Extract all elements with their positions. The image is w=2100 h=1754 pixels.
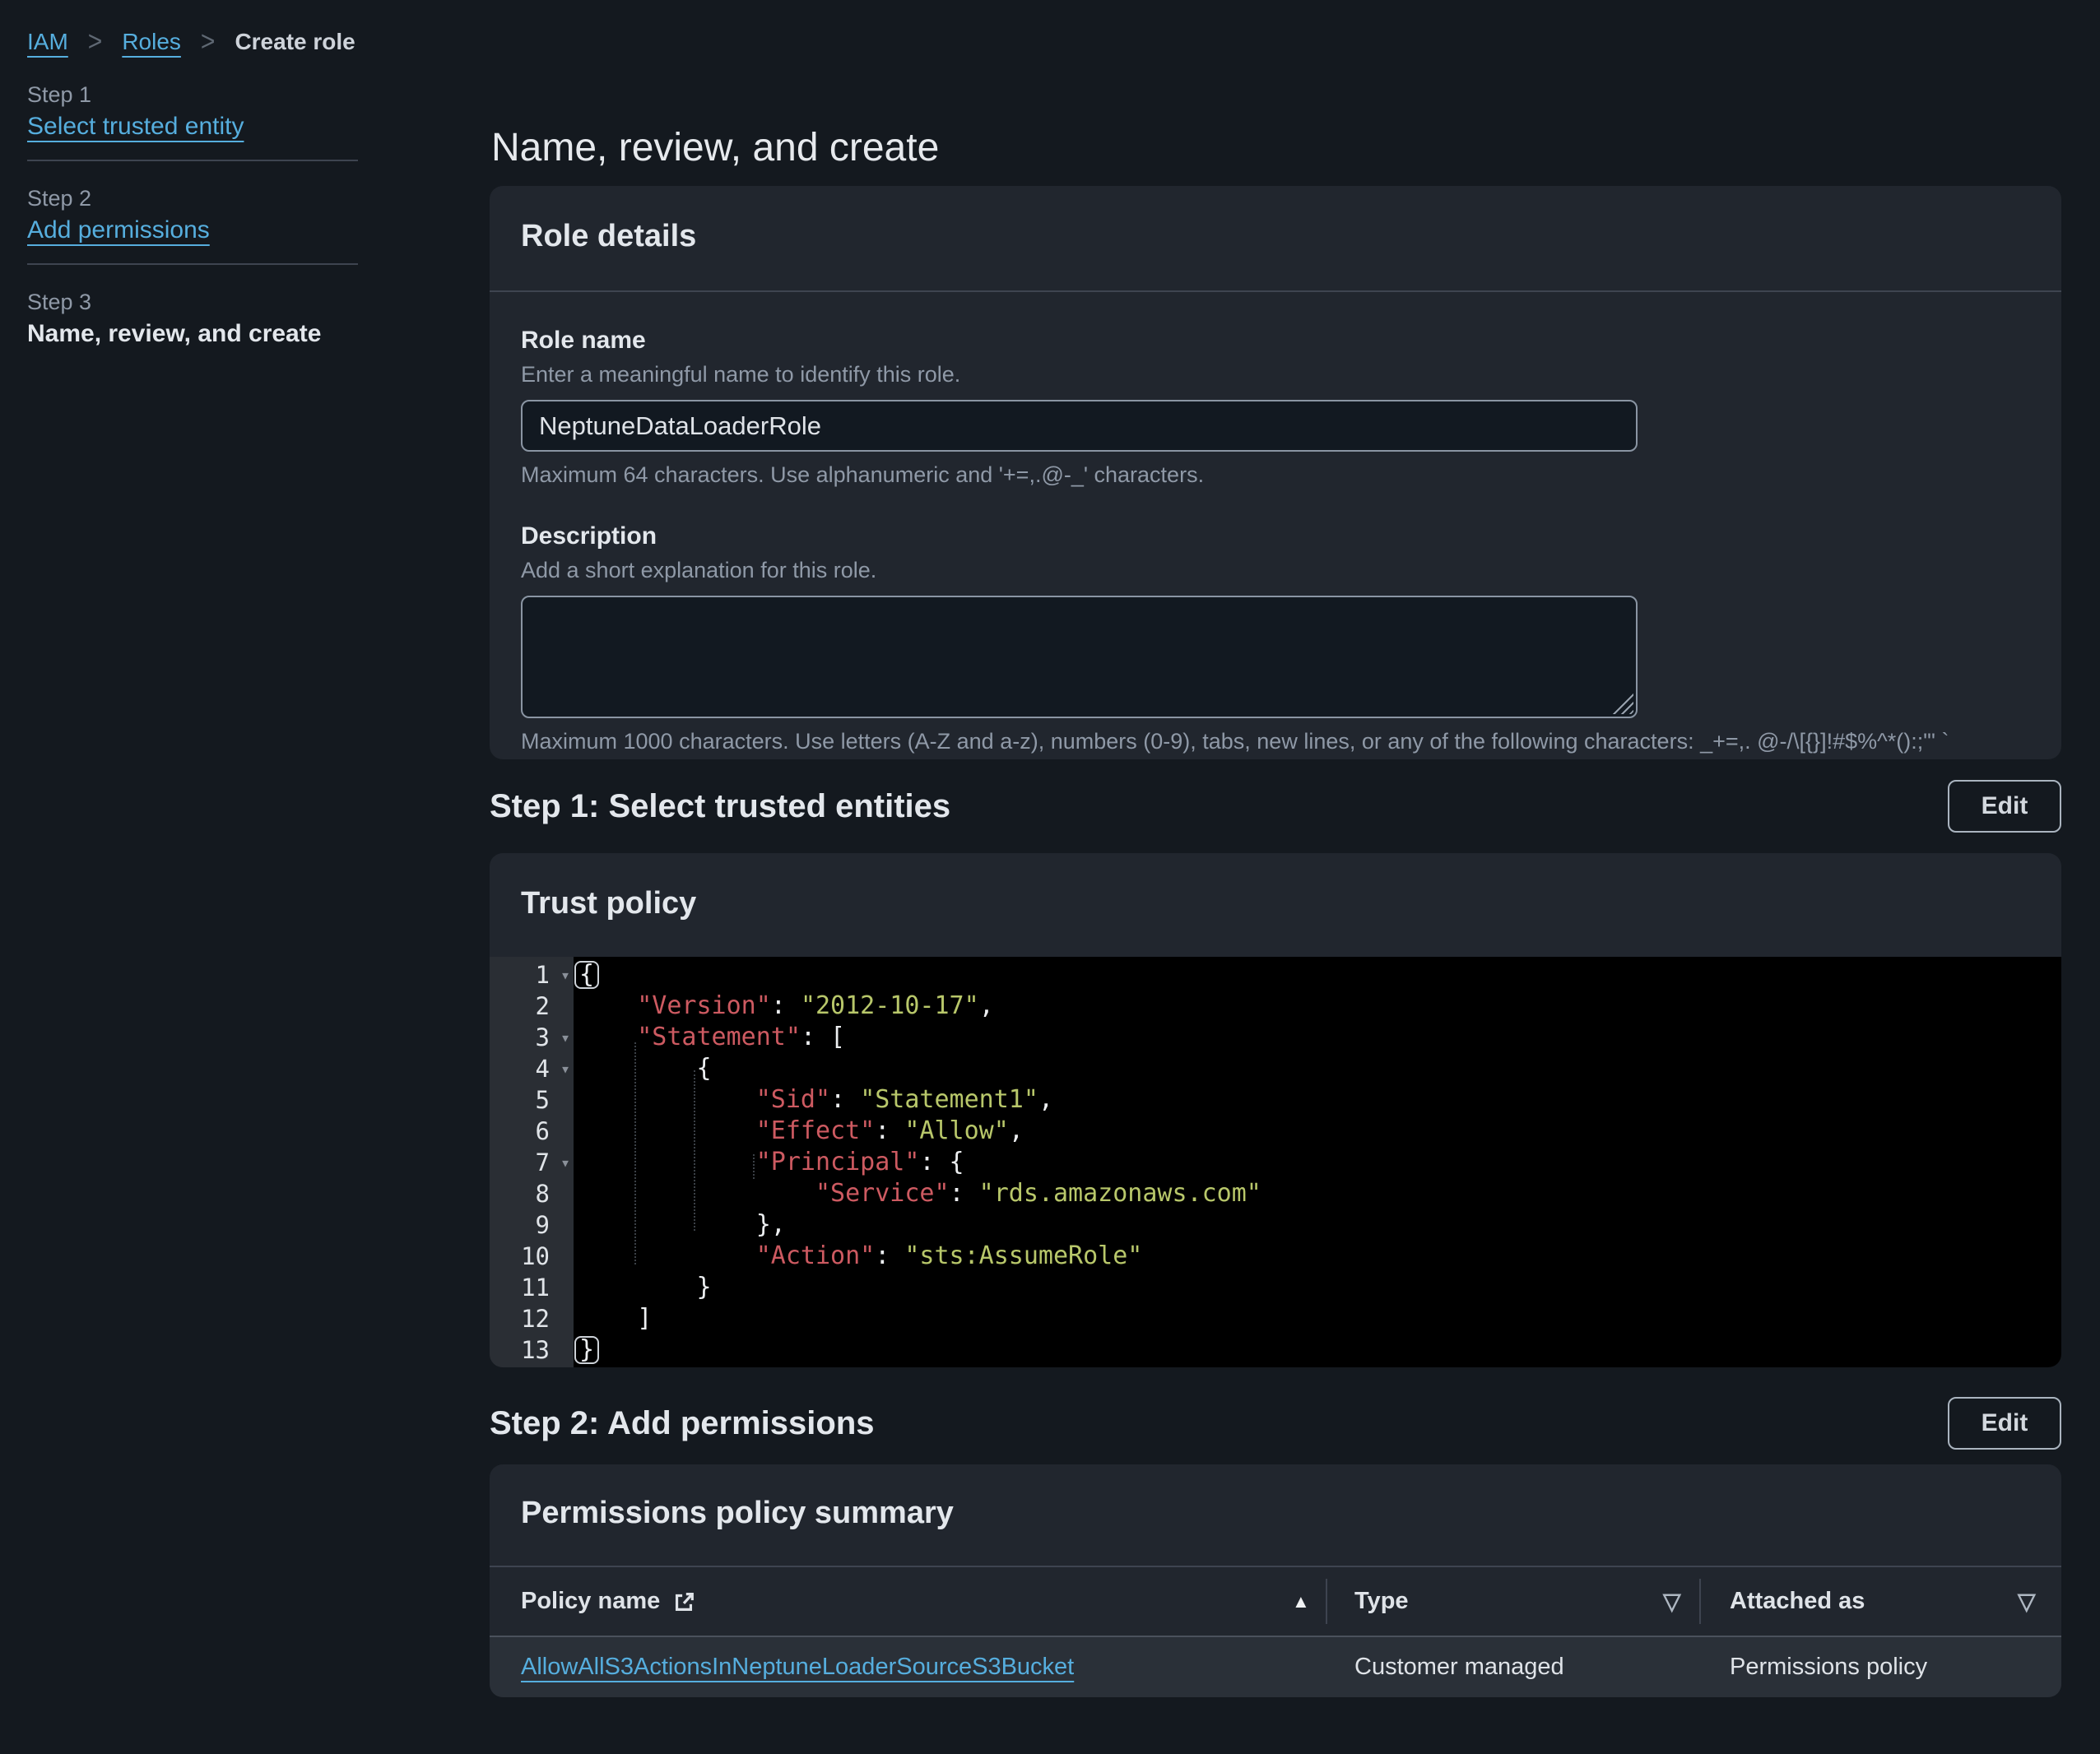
table-header-row: Policy name ▲ Type ▽ Attached as ▽ [490, 1567, 2061, 1637]
filter-icon[interactable]: ▽ [1663, 1567, 1681, 1636]
role-name-input[interactable] [521, 400, 1638, 452]
policy-type-cell: Customer managed [1354, 1654, 1564, 1680]
code-line: "Version": "2012-10-17", [637, 991, 994, 1020]
description-hint: Maximum 1000 characters. Use letters (A-… [521, 729, 1949, 754]
trust-policy-header: Trust policy [521, 886, 697, 921]
wizard-steps: Step 1 Select trusted entity Step 2 Add … [27, 82, 358, 349]
column-header-type[interactable]: Type [1354, 1567, 1409, 1636]
code-area: { "Version": "2012-10-17", "Statement": … [574, 957, 2061, 1367]
sidebar-item-name-review-create: Name, review, and create [27, 320, 322, 347]
breadcrumb-current: Create role [235, 29, 355, 54]
column-divider [1699, 1579, 1701, 1624]
line-number: 6 [535, 1117, 550, 1145]
code-line: "Principal": { [755, 1148, 964, 1176]
line-number: 8 [535, 1180, 550, 1208]
policy-name-link[interactable]: AllowAllS3ActionsInNeptuneLoaderSourceS3… [521, 1637, 1074, 1697]
sidebar-item-select-trusted-entity: Select trusted entity [27, 112, 358, 142]
trust-policy-code-editor: 1 ▾ 2 3 ▾ 4 ▾ 5 6 7 ▾ 8 9 10 11 12 13 { "Version": "2012… [490, 957, 2061, 1367]
role-details-form: Role name Enter a meaningful name to ide… [490, 327, 2061, 754]
code-gutter: 1 ▾ 2 3 ▾ 4 ▾ 5 6 7 ▾ 8 9 10 11 12 13 [490, 957, 574, 1367]
breadcrumb: IAM > Roles > Create role [27, 26, 355, 58]
edit-trusted-entities-button[interactable]: Edit [1948, 780, 2061, 833]
code-line: "Action": "sts:AssumeRole" [755, 1241, 1143, 1270]
fold-arrow-icon[interactable]: ▾ [560, 1053, 570, 1084]
page-title: Name, review, and create [491, 126, 940, 170]
role-name-label: Role name [521, 327, 646, 354]
step-1-link[interactable]: Select trusted entity [27, 113, 244, 140]
breadcrumb-chevron-icon: > [200, 26, 216, 58]
role-details-container: Role details Role name Enter a meaningfu… [490, 186, 2061, 759]
edit-permissions-button[interactable]: Edit [1948, 1397, 2061, 1450]
code-line: } [574, 1334, 2061, 1366]
divider [27, 263, 358, 265]
column-header-attached-as[interactable]: Attached as [1730, 1567, 1865, 1636]
filter-icon[interactable]: ▽ [2018, 1567, 2036, 1636]
step-2-label: Step 2 [27, 186, 92, 211]
code-line: "Sid": "Statement1", [755, 1085, 1053, 1114]
breadcrumb-link-roles[interactable]: Roles [122, 29, 181, 55]
fold-arrow-icon[interactable]: ▾ [560, 1147, 570, 1178]
description-description: Add a short explanation for this role. [521, 558, 877, 582]
code-line: { [578, 1054, 712, 1083]
line-number: 2 [535, 992, 550, 1020]
step-2-link[interactable]: Add permissions [27, 216, 210, 244]
column-divider [1326, 1579, 1327, 1624]
line-number: 5 [535, 1086, 550, 1114]
breadcrumb-link-iam[interactable]: IAM [27, 29, 68, 55]
line-number: 3 ▾ [535, 1022, 570, 1053]
indent-guide [753, 1154, 755, 1179]
fold-arrow-icon[interactable]: ▾ [560, 1022, 570, 1053]
role-name-description: Enter a meaningful name to identify this… [521, 362, 961, 387]
description-textarea-wrap [521, 596, 1638, 718]
step2-heading: Step 2: Add permissions [490, 1404, 875, 1441]
line-number: 9 [535, 1211, 550, 1239]
step1-heading-row: Step 1: Select trusted entities Edit [490, 780, 2061, 833]
type-column-label: Type [1354, 1588, 1409, 1614]
step-1-label: Step 1 [27, 82, 92, 107]
permissions-container: Permissions policy summary Policy name ▲… [490, 1464, 2061, 1697]
attached-as-cell: Permissions policy [1730, 1654, 1928, 1680]
divider [27, 160, 358, 161]
permissions-header: Permissions policy summary [490, 1464, 2061, 1567]
indent-guide [634, 1042, 636, 1264]
step2-heading-row: Step 2: Add permissions Edit [490, 1397, 2061, 1450]
attached-as-column-label: Attached as [1730, 1588, 1865, 1614]
indent-guide [694, 1070, 695, 1231]
policy-name-column-label: Policy name [521, 1588, 661, 1614]
role-name-hint: Maximum 64 characters. Use alphanumeric … [521, 462, 1205, 487]
step1-heading: Step 1: Select trusted entities [490, 787, 951, 824]
code-line: "Statement": [ [637, 1023, 846, 1051]
trust-policy-container: Trust policy 1 ▾ 2 3 ▾ 4 ▾ 5 6 7 ▾ 8 9 10 11 12 13 { "Ve… [490, 853, 2061, 1367]
line-number: 10 [521, 1242, 550, 1270]
code-line: "Effect": "Allow", [755, 1116, 1024, 1145]
external-link-icon [676, 1592, 695, 1611]
line-number: 7 ▾ [535, 1147, 570, 1178]
role-details-header: Role details [490, 186, 2061, 292]
sidebar-item-add-permissions: Add permissions [27, 216, 358, 245]
code-line: { [574, 959, 2061, 991]
description-label: Description [521, 522, 657, 550]
table-row: AllowAllS3ActionsInNeptuneLoaderSourceS3… [490, 1637, 2061, 1697]
sort-ascending-icon[interactable]: ▲ [1292, 1567, 1310, 1636]
line-number: 11 [521, 1274, 550, 1302]
fold-arrow-icon[interactable]: ▾ [560, 959, 570, 991]
column-header-policy-name[interactable]: Policy name [521, 1567, 696, 1636]
step-3-label: Step 3 [27, 290, 92, 314]
code-line: ] [578, 1304, 653, 1333]
description-textarea[interactable] [521, 596, 1638, 718]
line-number: 13 [521, 1336, 550, 1364]
code-line: }, [578, 1210, 786, 1239]
line-number: 12 [521, 1305, 550, 1333]
breadcrumb-chevron-icon: > [87, 26, 103, 58]
code-line: "Service": "rds.amazonaws.com" [815, 1179, 1261, 1208]
line-number: 4 ▾ [535, 1053, 570, 1084]
code-line: } [578, 1273, 712, 1302]
line-number: 1 ▾ [535, 959, 570, 991]
